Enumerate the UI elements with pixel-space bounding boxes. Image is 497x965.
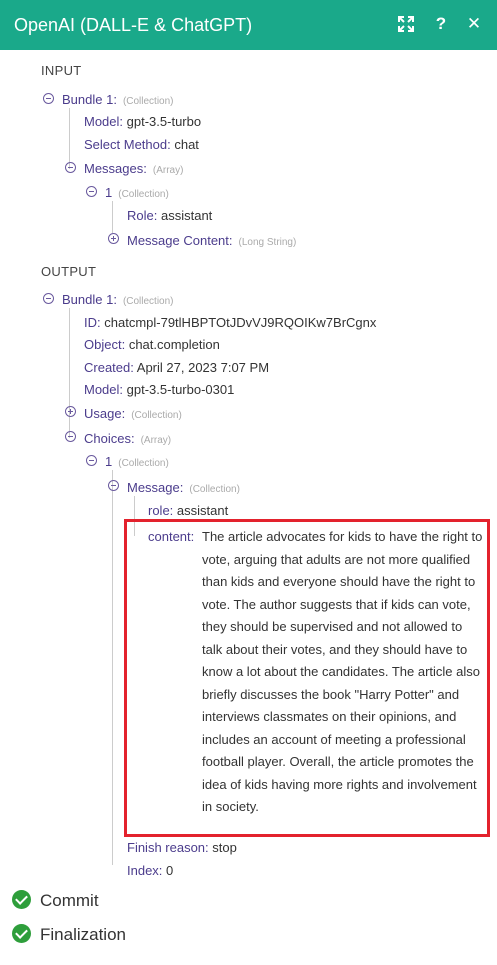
output-choices-row: Choices: (Array) — [84, 431, 171, 449]
finalization-status: Finalization — [12, 924, 126, 945]
output-object-key: Object: — [84, 337, 126, 352]
output-finish-key: Finish reason: — [127, 840, 209, 855]
input-role-key: Role: — [127, 208, 158, 223]
tree-line — [69, 308, 70, 438]
expand-icon[interactable] — [108, 233, 119, 244]
input-item-row: 1 (Collection) — [105, 185, 169, 203]
input-method-row: Select Method: chat — [84, 137, 199, 153]
input-model-key: Model: — [84, 114, 124, 129]
expand-icon[interactable] — [395, 13, 417, 35]
collapse-icon[interactable] — [43, 293, 54, 304]
check-circle-icon — [12, 924, 31, 943]
output-section-label: OUTPUT — [41, 264, 97, 279]
input-messages-row: Messages: (Array) — [84, 161, 183, 179]
collapse-icon[interactable] — [65, 162, 76, 173]
output-choice-row: 1 (Collection) — [105, 454, 169, 472]
input-bundle-type: (Collection) — [122, 96, 174, 107]
collapse-icon[interactable] — [86, 186, 97, 197]
output-choices-key: Choices: — [84, 431, 135, 446]
finalization-label: Finalization — [40, 925, 126, 944]
input-model-value: gpt-3.5-turbo — [126, 114, 202, 129]
collapse-icon[interactable] — [86, 455, 97, 466]
commit-status: Commit — [12, 890, 99, 911]
input-messages-key: Messages: — [84, 161, 147, 176]
output-role-key: role: — [148, 503, 174, 518]
dialog-header: OpenAI (DALL-E & ChatGPT) ? ✕ — [0, 0, 497, 50]
input-method-key: Select Method: — [84, 137, 171, 152]
output-id-row: ID: chatcmpl-79tlHBPTOtJDvVJ9RQOIKw7BrCg… — [84, 315, 376, 331]
output-usage-type: (Collection) — [131, 410, 182, 421]
output-usage-key: Usage: — [84, 406, 126, 421]
output-message-key: Message: — [127, 480, 184, 495]
output-index-key: Index: — [127, 863, 163, 878]
collapse-icon[interactable] — [43, 93, 54, 104]
dialog-title: OpenAI (DALL-E & ChatGPT) — [14, 15, 253, 35]
input-bundle-label: Bundle 1: — [62, 92, 117, 107]
tree-line — [112, 470, 113, 865]
expand-icon[interactable] — [65, 406, 76, 417]
output-choice-type: (Collection) — [118, 458, 169, 469]
output-index-row: Index: 0 — [127, 863, 173, 879]
highlight-box — [124, 519, 490, 837]
output-created-value: April 27, 2023 7:07 PM — [136, 360, 270, 375]
output-object-value: chat.completion — [128, 337, 220, 352]
input-method-value: chat — [174, 137, 199, 152]
output-role-value: assistant — [176, 503, 229, 518]
input-model-row: Model: gpt-3.5-turbo — [84, 114, 201, 130]
output-index-value: 0 — [166, 863, 174, 878]
input-section-label: INPUT — [41, 63, 82, 78]
help-button[interactable]: ? — [430, 13, 452, 35]
output-bundle-row: Bundle 1: (Collection) — [62, 292, 174, 310]
output-id-value: chatcmpl-79tlHBPTOtJDvVJ9RQOIKw7BrCgnx — [104, 315, 377, 330]
output-finish-row: Finish reason: stop — [127, 840, 237, 856]
output-model-value: gpt-3.5-turbo-0301 — [126, 382, 235, 397]
output-created-row: Created: April 27, 2023 7:07 PM — [84, 360, 269, 376]
output-bundle-label: Bundle 1: — [62, 292, 117, 307]
output-bundle-type: (Collection) — [122, 296, 174, 307]
output-message-row: Message: (Collection) — [127, 480, 240, 498]
output-choices-type: (Array) — [140, 435, 172, 446]
check-circle-icon — [12, 890, 31, 909]
input-role-value: assistant — [160, 208, 213, 223]
output-role-row: role: assistant — [148, 503, 228, 519]
collapse-icon[interactable] — [65, 431, 76, 442]
input-role-row: Role: assistant — [127, 208, 212, 224]
input-item-type: (Collection) — [118, 189, 169, 200]
input-message-content-key: Message Content: — [127, 233, 233, 248]
output-id-key: ID: — [84, 315, 101, 330]
output-object-row: Object: chat.completion — [84, 337, 220, 353]
output-choice-index: 1 — [105, 454, 113, 469]
input-message-content-row: Message Content: (Long String) — [127, 233, 296, 251]
tree-line — [69, 108, 70, 169]
tree-line — [112, 201, 113, 233]
output-model-key: Model: — [84, 382, 124, 397]
collapse-icon[interactable] — [108, 480, 119, 491]
close-button[interactable]: ✕ — [463, 13, 485, 35]
output-created-key: Created: — [84, 360, 134, 375]
input-messages-type: (Array) — [152, 165, 184, 176]
input-bundle-row: Bundle 1: (Collection) — [62, 92, 174, 110]
output-model-row: Model: gpt-3.5-turbo-0301 — [84, 382, 234, 398]
input-message-content-type: (Long String) — [238, 237, 297, 248]
output-message-type: (Collection) — [189, 484, 240, 495]
input-item-index: 1 — [105, 185, 113, 200]
commit-label: Commit — [40, 891, 99, 910]
output-finish-value: stop — [212, 840, 237, 855]
output-usage-row: Usage: (Collection) — [84, 406, 182, 424]
